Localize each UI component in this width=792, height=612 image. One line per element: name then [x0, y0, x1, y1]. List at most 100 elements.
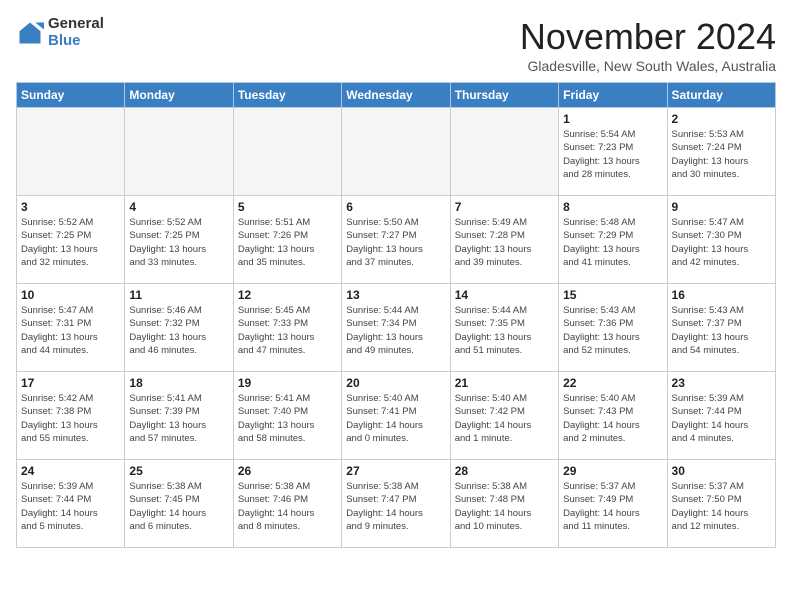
- day-number: 25: [129, 464, 228, 478]
- day-number: 29: [563, 464, 662, 478]
- calendar-week-row: 24Sunrise: 5:39 AM Sunset: 7:44 PM Dayli…: [17, 460, 776, 548]
- calendar-day-cell: 24Sunrise: 5:39 AM Sunset: 7:44 PM Dayli…: [17, 460, 125, 548]
- calendar-day-cell: 7Sunrise: 5:49 AM Sunset: 7:28 PM Daylig…: [450, 196, 558, 284]
- weekday-header-row: SundayMondayTuesdayWednesdayThursdayFrid…: [17, 83, 776, 108]
- calendar-week-row: 1 Sunrise: 5:54 AM Sunset: 7:23 PM Daylig…: [17, 108, 776, 196]
- logo-text: General Blue: [48, 16, 104, 49]
- calendar-day-cell: 4 Sunrise: 5:52 AM Sunset: 7:25 PM Daylig…: [125, 196, 233, 284]
- logo-icon: [16, 19, 44, 47]
- day-number: 5: [238, 200, 337, 214]
- calendar-day-cell: 25 Sunrise: 5:38 AM Sunset: 7:45 PM Dayli…: [125, 460, 233, 548]
- day-info: Sunrise: 5:38 AM Sunset: 7:47 PM Dayligh…: [346, 480, 445, 533]
- day-info: Sunrise: 5:54 AM Sunset: 7:23 PM Dayligh…: [563, 128, 662, 181]
- calendar-day-cell: 13Sunrise: 5:44 AM Sunset: 7:34 PM Dayli…: [342, 284, 450, 372]
- calendar-day-cell: 21Sunrise: 5:40 AM Sunset: 7:42 PM Dayli…: [450, 372, 558, 460]
- day-number: 8: [563, 200, 662, 214]
- day-info: Sunrise: 5:37 AM Sunset: 7:50 PM Dayligh…: [672, 480, 771, 533]
- day-number: 20: [346, 376, 445, 390]
- day-number: 10: [21, 288, 120, 302]
- day-number: 15: [563, 288, 662, 302]
- day-info: Sunrise: 5:38 AM Sunset: 7:46 PM Dayligh…: [238, 480, 337, 533]
- day-number: 13: [346, 288, 445, 302]
- day-info: Sunrise: 5:43 AM Sunset: 7:37 PM Dayligh…: [672, 304, 771, 357]
- calendar-week-row: 3 Sunrise: 5:52 AM Sunset: 7:25 PM Daylig…: [17, 196, 776, 284]
- logo-general-text: General: [48, 16, 104, 33]
- calendar-day-cell: [450, 108, 558, 196]
- day-number: 7: [455, 200, 554, 214]
- day-number: 30: [672, 464, 771, 478]
- day-info: Sunrise: 5:52 AM Sunset: 7:25 PM Dayligh…: [129, 216, 228, 269]
- page-header: General Blue November 2024 Gladesville, …: [16, 16, 776, 74]
- weekday-header-cell: Sunday: [17, 83, 125, 108]
- weekday-header-cell: Thursday: [450, 83, 558, 108]
- calendar-day-cell: 19Sunrise: 5:41 AM Sunset: 7:40 PM Dayli…: [233, 372, 341, 460]
- calendar-day-cell: 8Sunrise: 5:48 AM Sunset: 7:29 PM Daylig…: [559, 196, 667, 284]
- calendar-day-cell: [125, 108, 233, 196]
- day-info: Sunrise: 5:40 AM Sunset: 7:43 PM Dayligh…: [563, 392, 662, 445]
- calendar-day-cell: 26 Sunrise: 5:38 AM Sunset: 7:46 PM Dayli…: [233, 460, 341, 548]
- day-number: 4: [129, 200, 228, 214]
- logo: General Blue: [16, 16, 104, 49]
- day-info: Sunrise: 5:51 AM Sunset: 7:26 PM Dayligh…: [238, 216, 337, 269]
- calendar-day-cell: 6Sunrise: 5:50 AM Sunset: 7:27 PM Daylig…: [342, 196, 450, 284]
- day-info: Sunrise: 5:37 AM Sunset: 7:49 PM Dayligh…: [563, 480, 662, 533]
- day-number: 6: [346, 200, 445, 214]
- calendar-day-cell: 17Sunrise: 5:42 AM Sunset: 7:38 PM Dayli…: [17, 372, 125, 460]
- calendar-day-cell: 20 Sunrise: 5:40 AM Sunset: 7:41 PM Dayli…: [342, 372, 450, 460]
- calendar-day-cell: 11 Sunrise: 5:46 AM Sunset: 7:32 PM Dayli…: [125, 284, 233, 372]
- month-title: November 2024: [520, 16, 776, 58]
- day-info: Sunrise: 5:40 AM Sunset: 7:41 PM Dayligh…: [346, 392, 445, 445]
- weekday-header-cell: Friday: [559, 83, 667, 108]
- day-number: 16: [672, 288, 771, 302]
- day-number: 2: [672, 112, 771, 126]
- calendar-day-cell: 15 Sunrise: 5:43 AM Sunset: 7:36 PM Dayli…: [559, 284, 667, 372]
- calendar-day-cell: [17, 108, 125, 196]
- calendar-day-cell: 16 Sunrise: 5:43 AM Sunset: 7:37 PM Dayli…: [667, 284, 775, 372]
- day-number: 9: [672, 200, 771, 214]
- calendar-day-cell: 28 Sunrise: 5:38 AM Sunset: 7:48 PM Dayli…: [450, 460, 558, 548]
- calendar-day-cell: 14Sunrise: 5:44 AM Sunset: 7:35 PM Dayli…: [450, 284, 558, 372]
- calendar-day-cell: 18 Sunrise: 5:41 AM Sunset: 7:39 PM Dayli…: [125, 372, 233, 460]
- day-info: Sunrise: 5:41 AM Sunset: 7:39 PM Dayligh…: [129, 392, 228, 445]
- calendar-day-cell: 30 Sunrise: 5:37 AM Sunset: 7:50 PM Dayli…: [667, 460, 775, 548]
- day-number: 27: [346, 464, 445, 478]
- day-number: 1: [563, 112, 662, 126]
- day-info: Sunrise: 5:40 AM Sunset: 7:42 PM Dayligh…: [455, 392, 554, 445]
- day-info: Sunrise: 5:39 AM Sunset: 7:44 PM Dayligh…: [672, 392, 771, 445]
- calendar-day-cell: 5 Sunrise: 5:51 AM Sunset: 7:26 PM Daylig…: [233, 196, 341, 284]
- day-number: 22: [563, 376, 662, 390]
- calendar-week-row: 10 Sunrise: 5:47 AM Sunset: 7:31 PM Dayli…: [17, 284, 776, 372]
- day-info: Sunrise: 5:47 AM Sunset: 7:31 PM Dayligh…: [21, 304, 120, 357]
- day-number: 18: [129, 376, 228, 390]
- calendar-day-cell: 2 Sunrise: 5:53 AM Sunset: 7:24 PM Daylig…: [667, 108, 775, 196]
- day-info: Sunrise: 5:52 AM Sunset: 7:25 PM Dayligh…: [21, 216, 120, 269]
- day-info: Sunrise: 5:43 AM Sunset: 7:36 PM Dayligh…: [563, 304, 662, 357]
- calendar-day-cell: 3 Sunrise: 5:52 AM Sunset: 7:25 PM Daylig…: [17, 196, 125, 284]
- day-number: 3: [21, 200, 120, 214]
- title-block: November 2024 Gladesville, New South Wal…: [520, 16, 776, 74]
- day-number: 26: [238, 464, 337, 478]
- calendar-day-cell: 23Sunrise: 5:39 AM Sunset: 7:44 PM Dayli…: [667, 372, 775, 460]
- day-info: Sunrise: 5:44 AM Sunset: 7:35 PM Dayligh…: [455, 304, 554, 357]
- calendar-day-cell: 29 Sunrise: 5:37 AM Sunset: 7:49 PM Dayli…: [559, 460, 667, 548]
- day-info: Sunrise: 5:38 AM Sunset: 7:48 PM Dayligh…: [455, 480, 554, 533]
- day-info: Sunrise: 5:45 AM Sunset: 7:33 PM Dayligh…: [238, 304, 337, 357]
- weekday-header-cell: Wednesday: [342, 83, 450, 108]
- day-info: Sunrise: 5:42 AM Sunset: 7:38 PM Dayligh…: [21, 392, 120, 445]
- calendar-table: SundayMondayTuesdayWednesdayThursdayFrid…: [16, 82, 776, 548]
- calendar-day-cell: 27 Sunrise: 5:38 AM Sunset: 7:47 PM Dayli…: [342, 460, 450, 548]
- day-info: Sunrise: 5:47 AM Sunset: 7:30 PM Dayligh…: [672, 216, 771, 269]
- calendar-body: 1 Sunrise: 5:54 AM Sunset: 7:23 PM Daylig…: [17, 108, 776, 548]
- location-title: Gladesville, New South Wales, Australia: [520, 58, 776, 74]
- day-info: Sunrise: 5:53 AM Sunset: 7:24 PM Dayligh…: [672, 128, 771, 181]
- day-number: 11: [129, 288, 228, 302]
- calendar-week-row: 17Sunrise: 5:42 AM Sunset: 7:38 PM Dayli…: [17, 372, 776, 460]
- weekday-header-cell: Monday: [125, 83, 233, 108]
- day-info: Sunrise: 5:46 AM Sunset: 7:32 PM Dayligh…: [129, 304, 228, 357]
- calendar-day-cell: 12Sunrise: 5:45 AM Sunset: 7:33 PM Dayli…: [233, 284, 341, 372]
- day-number: 28: [455, 464, 554, 478]
- day-info: Sunrise: 5:38 AM Sunset: 7:45 PM Dayligh…: [129, 480, 228, 533]
- day-info: Sunrise: 5:39 AM Sunset: 7:44 PM Dayligh…: [21, 480, 120, 533]
- calendar-day-cell: [342, 108, 450, 196]
- day-info: Sunrise: 5:41 AM Sunset: 7:40 PM Dayligh…: [238, 392, 337, 445]
